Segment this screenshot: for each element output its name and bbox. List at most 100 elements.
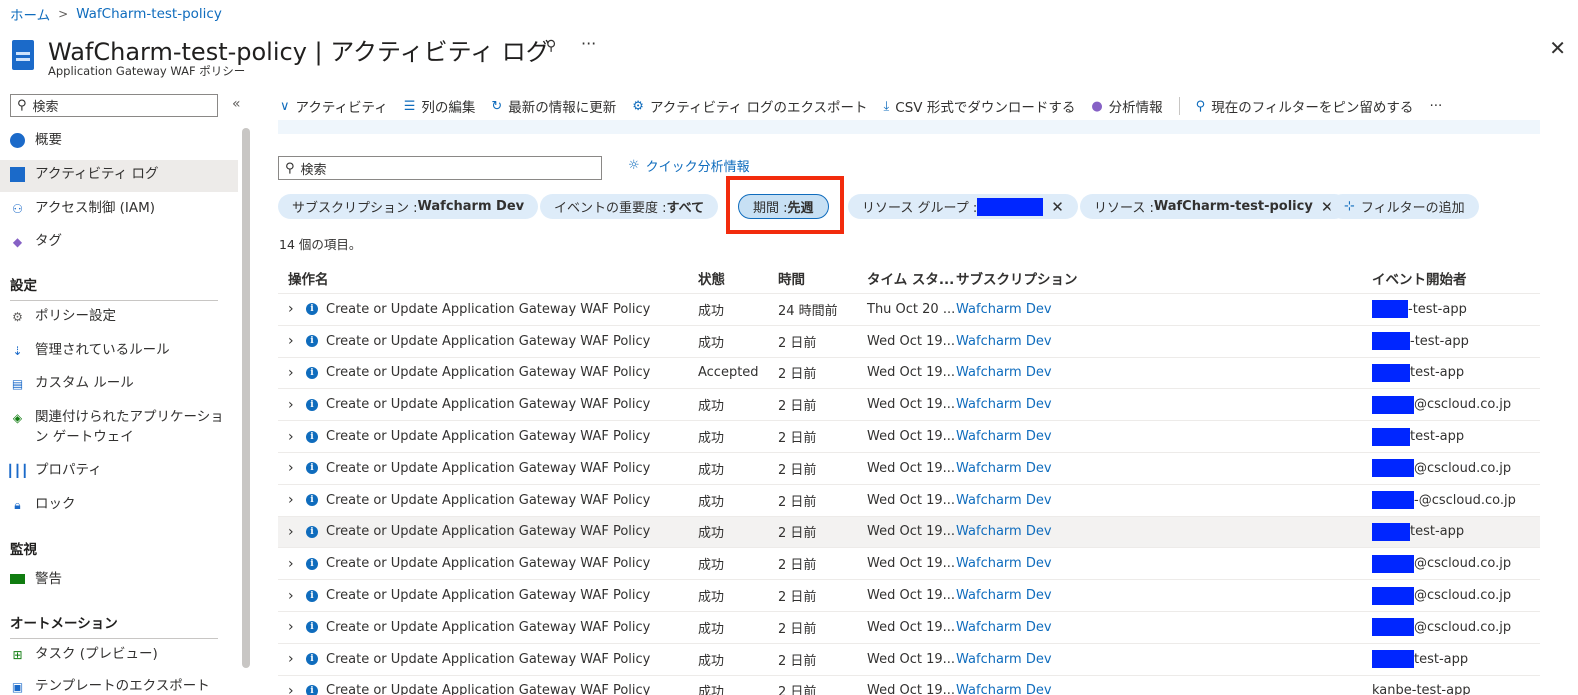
quick-insights-link[interactable]: ☼ クイック分析情報 [628,156,750,175]
table-row[interactable]: › i Create or Update Application Gateway W… [278,294,1540,326]
close-icon[interactable]: ✕ [1549,36,1566,60]
info-icon: i [306,398,318,411]
activity-search-input[interactable]: ⚲ 検索 [278,156,602,180]
status-cell: 成功 [698,399,725,415]
table-row[interactable]: › i Create or Update Application Gateway W… [278,453,1540,485]
subscription-link[interactable]: Wafcharm Dev [956,493,1372,508]
filter-chip-subscription[interactable]: サブスクリプション : Wafcharm Dev [278,194,539,219]
subscription-link[interactable]: Wafcharm Dev [956,588,1372,603]
sidebar-search-input[interactable]: ⚲ 検索 [10,94,218,117]
expand-chevron-icon[interactable]: › [288,556,298,572]
redacted-block [1372,332,1410,351]
expand-chevron-icon[interactable]: › [288,651,298,667]
sidebar-item-tags[interactable]: ◆ タグ [0,231,238,251]
subscription-link[interactable]: Wafcharm Dev [956,556,1372,571]
subscription-link[interactable]: Wafcharm Dev [956,461,1372,476]
subscription-link[interactable]: Wafcharm Dev [956,365,1372,380]
more-commands-button[interactable]: ··· [1429,98,1442,114]
filter-chip-severity[interactable]: イベントの重要度 : すべて [540,194,719,219]
sidebar-item-label: 管理されているルール [35,342,170,358]
sidebar-item-activity-log[interactable]: アクティビティ ログ [0,160,238,192]
table-row[interactable]: › i Create or Update Application Gateway W… [278,644,1540,676]
subscription-link[interactable]: Wafcharm Dev [956,429,1372,444]
collapse-sidebar-icon[interactable]: « [232,96,241,112]
table-row[interactable]: › i Create or Update Application Gateway W… [278,421,1540,453]
more-options-icon[interactable]: ··· [581,34,596,53]
expand-chevron-icon[interactable]: › [288,619,298,635]
chevron-down-icon: ∨ [280,98,290,114]
remove-filter-icon[interactable]: ✕ [1051,198,1064,216]
insights-button[interactable]: ● 分析情報 [1091,96,1162,117]
status-cell: 成功 [698,558,725,574]
sidebar-item-associated-gateways[interactable]: ◈ 関連付けられたアプリケーション ゲートウェイ [0,407,225,447]
column-header-status[interactable]: 状態 [698,268,778,288]
pin-filters-button[interactable]: ⚲ 現在のフィルターをピン留めする [1196,96,1414,117]
add-filter-button[interactable]: ⊹ フィルターの追加 [1330,194,1479,219]
timestamp-cell: Wed Oct 19... [867,460,956,476]
expand-chevron-icon[interactable]: › [288,365,298,381]
table-row[interactable]: › i Create or Update Application Gateway W… [278,548,1540,581]
expand-chevron-icon[interactable]: › [288,460,298,476]
info-icon: i [306,430,318,443]
sidebar-item-policy-settings[interactable]: ⚙ ポリシー設定 [0,306,238,326]
subscription-link[interactable]: Wafcharm Dev [956,302,1372,317]
sidebar-item-locks[interactable]: 🔒︎ ロック [0,494,238,514]
event-initiator-text: -test-app [1408,301,1467,317]
column-header-event-initiator[interactable]: イベント開始者 [1372,268,1540,288]
expand-chevron-icon[interactable]: › [288,588,298,604]
sidebar-item-iam[interactable]: ⚇ アクセス制御 (IAM) [0,198,238,218]
download-csv-button[interactable]: ⤓ CSV 形式でダウンロードする [884,96,1076,117]
timestamp-cell: Wed Oct 19... [867,651,956,667]
table-row[interactable]: › i Create or Update Application Gateway W… [278,612,1540,644]
table-row[interactable]: › i Create or Update Application Gateway W… [278,580,1540,612]
sidebar-item-overview[interactable]: 概要 [0,130,238,150]
sidebar-item-tasks[interactable]: ⊞ タスク (プレビュー) [0,644,238,664]
export-activity-log-button[interactable]: ⚙ アクティビティ ログのエクスポート [632,96,867,117]
table-row[interactable]: › i Create or Update Application Gateway W… [278,676,1540,695]
subscription-link[interactable]: Wafcharm Dev [956,652,1372,667]
sidebar-item-custom-rules[interactable]: ▤ カスタム ルール [0,373,238,393]
expand-chevron-icon[interactable]: › [288,492,298,508]
expand-chevron-icon[interactable]: › [288,301,298,317]
expand-chevron-icon[interactable]: › [288,429,298,445]
event-initiator-cell: test-app [1372,522,1540,541]
breadcrumb-home-link[interactable]: ホーム [10,4,50,24]
main-content: ∨ アクティビティ ☰ 列の編集 ↻ 最新の情報に更新 ⚙ アクティビティ ログ… [272,90,1578,695]
table-row[interactable]: › i Create or Update Application Gateway W… [278,485,1540,517]
sidebar-item-alerts[interactable]: 警告 [0,569,238,589]
section-automation-heading: オートメーション [10,612,218,639]
expand-chevron-icon[interactable]: › [288,683,298,695]
table-row[interactable]: › i Create or Update Application Gateway W… [278,358,1540,390]
column-header-operation[interactable]: 操作名 [278,268,698,288]
subscription-link[interactable]: Wafcharm Dev [956,683,1372,695]
column-header-timestamp[interactable]: タイム スタ... [867,268,956,288]
sidebar-item-managed-rules[interactable]: ⇣ 管理されているルール [0,340,238,360]
activity-log-grid: 操作名 状態 時間 タイム スタ... サブスクリプション イベント開始者 › i… [278,262,1540,695]
sidebar-item-label: 概要 [35,132,62,148]
subscription-link[interactable]: Wafcharm Dev [956,397,1372,412]
column-header-time[interactable]: 時間 [778,268,867,288]
operation-cell: › i Create or Update Application Gateway W… [278,556,698,572]
operation-name: Create or Update Application Gateway WAF… [326,365,651,381]
sidebar-item-properties[interactable]: ┃┃┃ プロパティ [0,460,238,480]
subscription-link[interactable]: Wafcharm Dev [956,620,1372,635]
expand-chevron-icon[interactable]: › [288,524,298,540]
refresh-button[interactable]: ↻ 最新の情報に更新 [491,96,616,117]
subscription-link[interactable]: Wafcharm Dev [956,524,1372,539]
filter-chip-resource-group[interactable]: リソース グループ : ✕ [848,194,1078,219]
sidebar-scrollbar[interactable] [242,128,250,668]
info-banner [278,120,1540,134]
breadcrumb-current-link[interactable]: WafCharm-test-policy [76,6,222,22]
table-row[interactable]: › i Create or Update Application Gateway W… [278,516,1540,549]
edit-columns-button[interactable]: ☰ 列の編集 [404,96,476,117]
activity-button[interactable]: ∨ アクティビティ [280,96,388,117]
table-row[interactable]: › i Create or Update Application Gateway W… [278,326,1540,358]
table-row[interactable]: › i Create or Update Application Gateway W… [278,389,1540,422]
column-header-subscription[interactable]: サブスクリプション [956,268,1372,288]
pin-icon[interactable]: ⚲ [546,38,556,54]
filter-chip-resource[interactable]: リソース : WafCharm-test-policy ✕ [1080,194,1348,219]
expand-chevron-icon[interactable]: › [288,333,298,349]
sidebar-item-export-template[interactable]: ▣ テンプレートのエクスポート [0,676,238,695]
expand-chevron-icon[interactable]: › [288,397,298,413]
subscription-link[interactable]: Wafcharm Dev [956,334,1372,349]
